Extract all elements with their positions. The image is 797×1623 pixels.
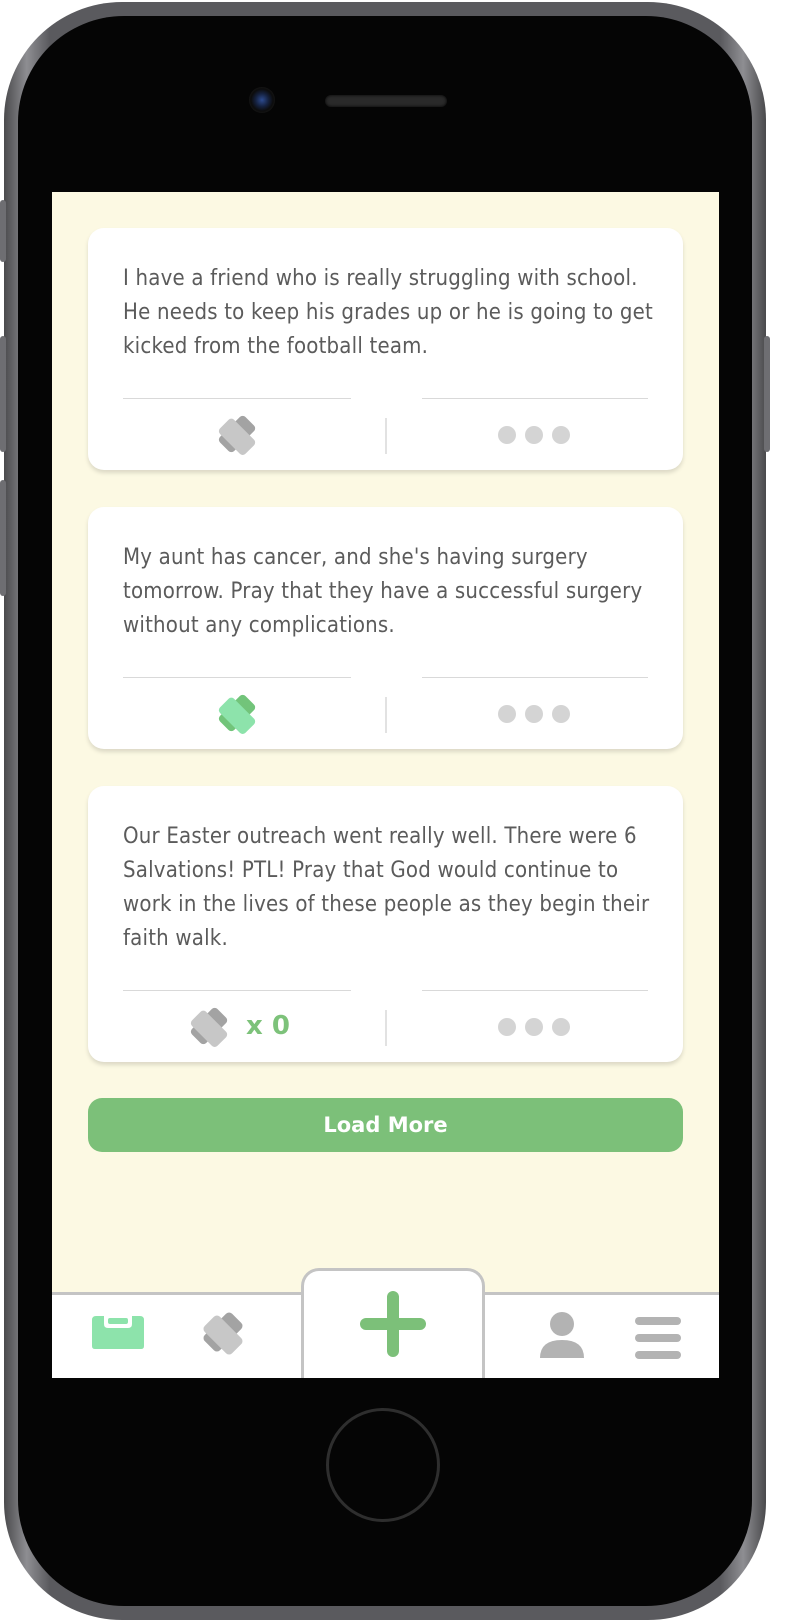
home-button[interactable] xyxy=(326,1408,440,1522)
plus-icon xyxy=(360,1291,426,1357)
tab-inbox[interactable] xyxy=(90,1314,146,1354)
prayer-card: My aunt has cancer, and she's having sur… xyxy=(88,507,683,749)
tab-prayers[interactable] xyxy=(194,1306,252,1362)
divider xyxy=(123,398,351,399)
power-button xyxy=(764,336,770,452)
praying-hands-icon xyxy=(190,1007,228,1047)
divider xyxy=(123,990,351,991)
more-options-button[interactable] xyxy=(498,1018,570,1038)
divider xyxy=(422,398,648,399)
divider xyxy=(422,990,648,991)
dot xyxy=(498,1018,516,1036)
tab-profile[interactable] xyxy=(538,1310,586,1364)
inbox-tray-icon xyxy=(92,1316,144,1349)
hamburger-menu-icon xyxy=(635,1317,681,1359)
pray-count: x 0 xyxy=(246,1011,290,1041)
praying-hands-icon xyxy=(218,694,256,734)
prayer-text: I have a friend who is really struggling… xyxy=(123,266,653,359)
prayer-card: Our Easter outreach went really well. Th… xyxy=(88,786,683,1062)
dot xyxy=(498,705,516,723)
app-screen: I have a friend who is really struggling… xyxy=(52,192,719,1378)
dot xyxy=(525,426,543,444)
divider xyxy=(422,677,648,678)
praying-hands-icon xyxy=(203,1312,243,1355)
user-profile-icon xyxy=(540,1312,584,1358)
praying-hands-icon xyxy=(218,415,256,455)
pray-button[interactable] xyxy=(210,689,264,737)
front-camera xyxy=(249,87,275,113)
dot xyxy=(525,705,543,723)
volume-down-button xyxy=(0,480,6,596)
tab-menu[interactable] xyxy=(634,1316,682,1364)
dot xyxy=(525,1018,543,1036)
earpiece-speaker xyxy=(325,95,447,107)
load-more-button[interactable]: Load More xyxy=(88,1098,683,1152)
divider xyxy=(385,697,387,733)
pray-button[interactable] xyxy=(210,410,264,458)
dot xyxy=(552,705,570,723)
prayer-text: Our Easter outreach went really well. Th… xyxy=(123,824,650,951)
pray-button[interactable]: x 0 xyxy=(182,1002,290,1050)
divider xyxy=(385,1010,387,1046)
volume-up-button xyxy=(0,336,6,452)
divider xyxy=(385,418,387,454)
dot xyxy=(552,426,570,444)
more-options-button[interactable] xyxy=(498,426,570,446)
prayer-text: My aunt has cancer, and she's having sur… xyxy=(123,545,643,638)
dot xyxy=(552,1018,570,1036)
dot xyxy=(498,426,516,444)
prayer-card: I have a friend who is really struggling… xyxy=(88,228,683,470)
add-prayer-tab[interactable] xyxy=(301,1268,485,1378)
mute-switch xyxy=(0,200,6,262)
divider xyxy=(123,677,351,678)
more-options-button[interactable] xyxy=(498,705,570,725)
